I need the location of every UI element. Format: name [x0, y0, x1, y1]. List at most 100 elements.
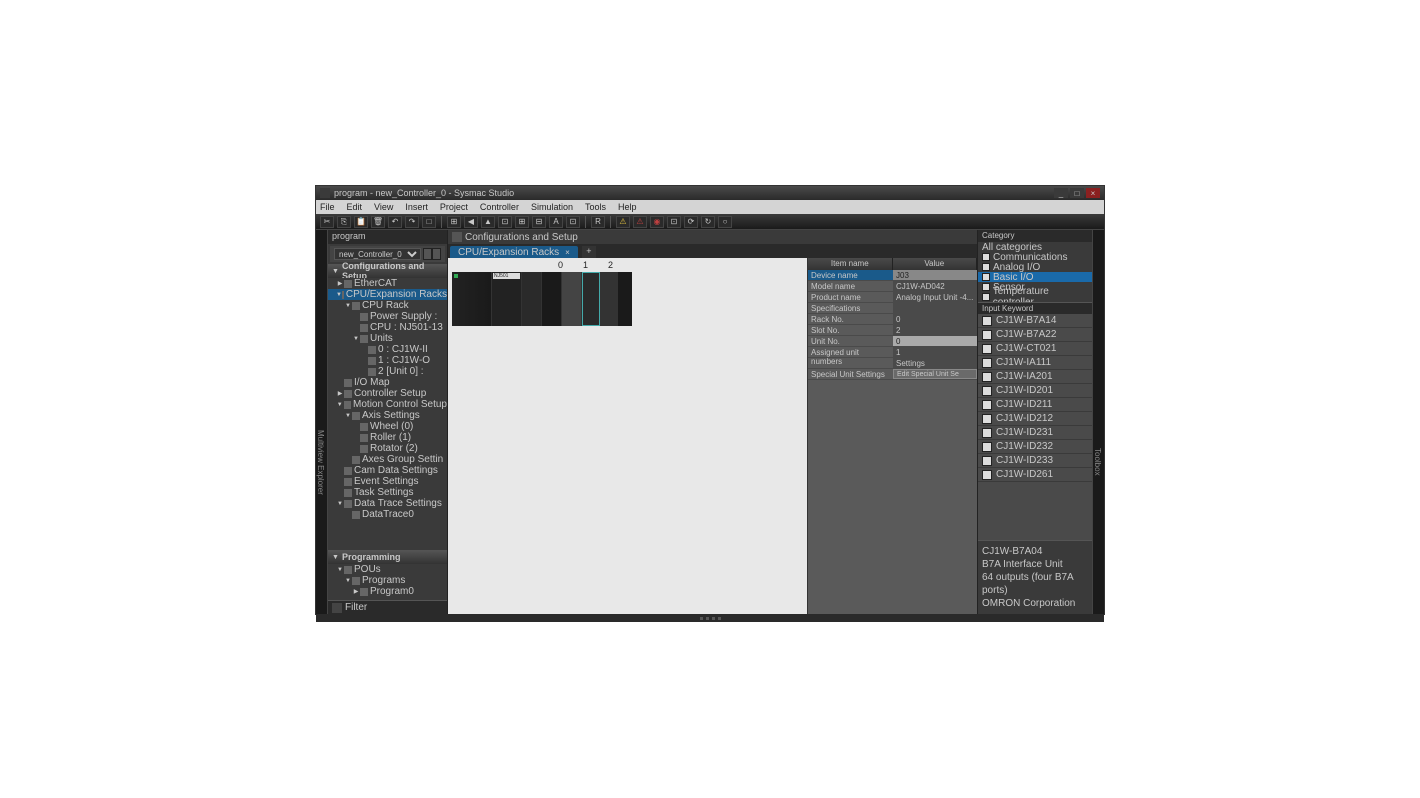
tree-item[interactable]: ▶Controller Setup: [328, 388, 447, 399]
tree-item[interactable]: ▶EtherCAT: [328, 278, 447, 289]
close-button[interactable]: ×: [1086, 188, 1100, 198]
delete-button[interactable]: 🗑: [371, 216, 385, 228]
menu-insert[interactable]: Insert: [405, 202, 428, 212]
tree-item[interactable]: ▼Axis Settings: [328, 410, 447, 421]
view-toggle[interactable]: [423, 248, 441, 260]
property-row[interactable]: Settings: [808, 358, 977, 369]
toolbox-item[interactable]: CJ1W-CT021: [978, 342, 1092, 356]
keyword-header[interactable]: Input Keyword: [978, 302, 1092, 314]
tree-item[interactable]: Axes Group Settin: [328, 454, 447, 465]
tb16[interactable]: R: [591, 216, 605, 228]
tree-item[interactable]: Event Settings: [328, 476, 447, 487]
menu-tools[interactable]: Tools: [585, 202, 606, 212]
tab-close-icon[interactable]: ×: [565, 248, 570, 257]
tree-item[interactable]: ▼Data Trace Settings: [328, 498, 447, 509]
rack-canvas[interactable]: 012 NJ501: [448, 258, 807, 614]
property-value[interactable]: [893, 303, 977, 313]
toolbox-item[interactable]: CJ1W-ID231: [978, 426, 1092, 440]
toolbox-item[interactable]: CJ1W-B7A22: [978, 328, 1092, 342]
tree-item[interactable]: I/O Map: [328, 377, 447, 388]
unit-2-selected[interactable]: [582, 272, 600, 326]
tb15[interactable]: ⊡: [566, 216, 580, 228]
tab-racks[interactable]: CPU/Expansion Racks ×: [450, 246, 578, 258]
property-row[interactable]: Rack No.0: [808, 314, 977, 325]
tree-item[interactable]: Task Settings: [328, 487, 447, 498]
tb11[interactable]: ⊡: [498, 216, 512, 228]
tb12[interactable]: ⊞: [515, 216, 529, 228]
copy-button[interactable]: ⎘: [337, 216, 351, 228]
tb23[interactable]: ○: [718, 216, 732, 228]
tb13[interactable]: ⊟: [532, 216, 546, 228]
warning-icon[interactable]: ⚠: [616, 216, 630, 228]
category-item[interactable]: All categories: [978, 242, 1092, 252]
tb22[interactable]: ↻: [701, 216, 715, 228]
toolbox-item[interactable]: CJ1W-IA201: [978, 370, 1092, 384]
tree-item[interactable]: ▼Units: [328, 333, 447, 344]
toolbox-item[interactable]: CJ1W-ID232: [978, 440, 1092, 454]
tree-item[interactable]: DataTrace0: [328, 509, 447, 520]
category-item[interactable]: Communications: [978, 252, 1092, 262]
titlebar[interactable]: program - new_Controller_0 - Sysmac Stud…: [316, 186, 1104, 200]
tree-item[interactable]: 0 : CJ1W-II: [328, 344, 447, 355]
tree-item[interactable]: Power Supply :: [328, 311, 447, 322]
menu-view[interactable]: View: [374, 202, 393, 212]
cut-button[interactable]: ✂: [320, 216, 334, 228]
property-value[interactable]: Edit Special Unit Se: [893, 369, 977, 379]
tb19[interactable]: ◉: [650, 216, 664, 228]
toolbox-item[interactable]: CJ1W-ID233: [978, 454, 1092, 468]
controller-dropdown[interactable]: new_Controller_0: [334, 248, 421, 260]
filter-icon[interactable]: [332, 603, 342, 613]
category-item[interactable]: Basic I/O: [978, 272, 1092, 282]
property-value[interactable]: 1: [893, 347, 977, 357]
tb21[interactable]: ⟳: [684, 216, 698, 228]
menu-edit[interactable]: Edit: [347, 202, 363, 212]
category-item[interactable]: Analog I/O: [978, 262, 1092, 272]
menu-file[interactable]: File: [320, 202, 335, 212]
undo-button[interactable]: ↶: [388, 216, 402, 228]
toolbox-item[interactable]: CJ1W-ID261: [978, 468, 1092, 482]
property-row[interactable]: Slot No.2: [808, 325, 977, 336]
menu-simulation[interactable]: Simulation: [531, 202, 573, 212]
tree-item[interactable]: 2 [Unit 0] :: [328, 366, 447, 377]
tree-item[interactable]: ▼CPU Rack: [328, 300, 447, 311]
toolbox-item[interactable]: CJ1W-ID211: [978, 398, 1092, 412]
property-value[interactable]: 0: [893, 336, 977, 346]
toolbox-item[interactable]: CJ1W-ID212: [978, 412, 1092, 426]
minimize-button[interactable]: _: [1054, 188, 1068, 198]
tree-item[interactable]: Roller (1): [328, 432, 447, 443]
menu-controller[interactable]: Controller: [480, 202, 519, 212]
redo-button[interactable]: ↷: [405, 216, 419, 228]
property-value[interactable]: J03: [893, 270, 977, 280]
toolbox-item[interactable]: CJ1W-B7A14: [978, 314, 1092, 328]
tree-item[interactable]: Rotator (2): [328, 443, 447, 454]
unit-0[interactable]: [542, 272, 562, 326]
menu-help[interactable]: Help: [618, 202, 637, 212]
tree-item[interactable]: Cam Data Settings: [328, 465, 447, 476]
unit-1[interactable]: [562, 272, 582, 326]
paste-button[interactable]: 📋: [354, 216, 368, 228]
menu-project[interactable]: Project: [440, 202, 468, 212]
power-supply-unit[interactable]: [452, 272, 492, 326]
tb10[interactable]: ▲: [481, 216, 495, 228]
maximize-button[interactable]: □: [1070, 188, 1084, 198]
property-row[interactable]: Assigned unit numbers1: [808, 347, 977, 358]
tree-item[interactable]: ▶Program0: [328, 586, 447, 597]
left-vtab[interactable]: Multiview Explorer: [316, 230, 328, 614]
property-value[interactable]: 0: [893, 314, 977, 324]
property-row[interactable]: Unit No.0: [808, 336, 977, 347]
tree-item[interactable]: ▼CPU/Expansion Racks: [328, 289, 447, 300]
tb20[interactable]: ⊡: [667, 216, 681, 228]
property-row[interactable]: Special Unit SettingsEdit Special Unit S…: [808, 369, 977, 380]
programming-section-header[interactable]: Programming: [328, 550, 447, 564]
property-value[interactable]: 2: [893, 325, 977, 335]
rack[interactable]: NJ501: [452, 272, 632, 326]
cpu-unit[interactable]: NJ501: [492, 272, 522, 326]
category-item[interactable]: Temperature controller: [978, 292, 1092, 302]
property-row[interactable]: Product nameAnalog Input Unit -4...: [808, 292, 977, 303]
property-value[interactable]: Analog Input Unit -4...: [893, 292, 977, 302]
property-value[interactable]: CJ1W-AD042: [893, 281, 977, 291]
tree-item[interactable]: ▼Programs: [328, 575, 447, 586]
toolbox-item[interactable]: CJ1W-IA111: [978, 356, 1092, 370]
property-row[interactable]: Device nameJ03: [808, 270, 977, 281]
end-cover[interactable]: [600, 272, 618, 326]
